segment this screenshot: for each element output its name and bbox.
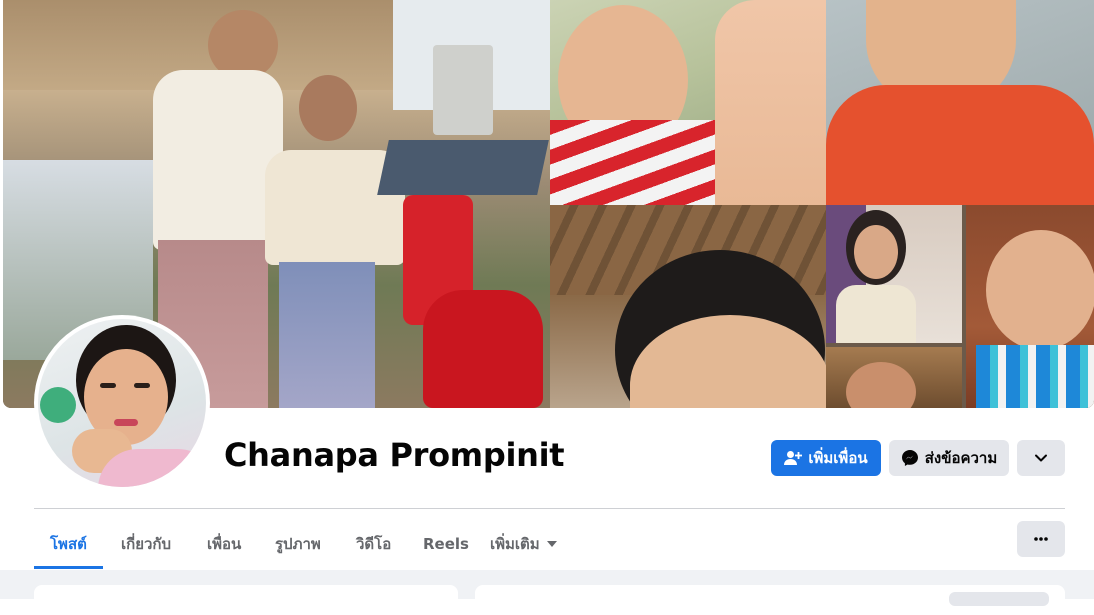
- message-button[interactable]: ส่งข้อความ: [889, 440, 1009, 476]
- tab-posts[interactable]: โพสต์: [34, 520, 103, 569]
- profile-avatar[interactable]: [34, 315, 210, 491]
- person-add-icon: [784, 450, 803, 466]
- tab-label: Reels: [423, 535, 469, 553]
- tab-videos[interactable]: วิดีโอ: [340, 520, 407, 568]
- tab-label: เกี่ยวกับ: [121, 535, 172, 553]
- ellipsis-icon: [1034, 537, 1048, 541]
- posts-card-button[interactable]: [949, 592, 1049, 606]
- tab-options-button[interactable]: [1017, 521, 1065, 557]
- message-label: ส่งข้อความ: [924, 449, 998, 467]
- tab-about[interactable]: เกี่ยวกับ: [105, 520, 187, 568]
- tab-friends[interactable]: เพื่อน: [191, 520, 257, 568]
- add-friend-button[interactable]: เพิ่มเพื่อน: [771, 440, 881, 476]
- profile-options-button[interactable]: [1017, 440, 1065, 476]
- tab-label: รูปภาพ: [275, 535, 321, 553]
- messenger-icon: [901, 449, 919, 467]
- header-divider: [34, 508, 1065, 509]
- cover-photo-baby: [966, 205, 1094, 408]
- tab-more[interactable]: เพิ่มเติม: [474, 520, 573, 568]
- cover-photo-small: [826, 347, 962, 408]
- caret-down-icon: [546, 541, 557, 547]
- tab-label: เพิ่มเติม: [490, 535, 540, 553]
- intro-card: [34, 585, 458, 615]
- cover-photo-girl: [826, 0, 1094, 205]
- profile-name: Chanapa Prompinit: [224, 436, 565, 474]
- tab-photos[interactable]: รูปภาพ: [259, 520, 337, 568]
- cover-photo-woman: [826, 205, 962, 343]
- tab-label: วิดีโอ: [356, 535, 392, 553]
- tab-label: โพสต์: [50, 535, 87, 553]
- tab-label: เพื่อน: [207, 535, 242, 553]
- cover-photo-selfie: [550, 205, 826, 408]
- cover-photo-boy: [550, 0, 826, 205]
- chevron-down-icon: [1034, 453, 1048, 463]
- add-friend-label: เพิ่มเพื่อน: [808, 449, 868, 467]
